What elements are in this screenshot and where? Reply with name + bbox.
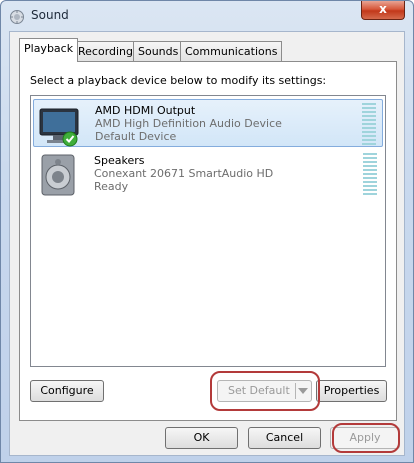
highlight-annotation [332,423,400,453]
device-item-amd-hdmi[interactable]: AMD HDMI Output AMD High Definition Audi… [33,99,383,147]
volume-level-meter [362,103,376,145]
tab-label: Playback [24,42,74,55]
device-list[interactable]: AMD HDMI Output AMD High Definition Audi… [30,95,386,367]
tab-recording[interactable]: Recording [73,41,139,61]
tab-label: Communications [185,45,278,58]
volume-level-meter [363,153,377,195]
title-bar[interactable]: Sound x [1,1,413,31]
tab-playback[interactable]: Playback [19,38,79,62]
device-item-speakers[interactable]: Speakers Conexant 20671 SmartAudio HD Re… [33,150,383,198]
instruction-text: Select a playback device below to modify… [30,74,327,87]
sound-dialog: Sound x Playback Recording Sounds Commun… [0,0,414,463]
speaker-icon [41,154,75,196]
highlight-annotation [210,371,320,411]
device-description: AMD High Definition Audio Device [95,117,282,130]
playback-panel: Select a playback device below to modify… [19,61,397,421]
configure-button[interactable]: Configure [30,380,104,402]
properties-button[interactable]: Properties [316,380,387,402]
cancel-button[interactable]: Cancel [248,427,321,449]
device-name: Speakers [94,154,145,167]
button-label: Properties [323,384,380,397]
tab-label: Recording [78,45,134,58]
device-status: Default Device [95,130,177,143]
close-button[interactable]: x [361,1,405,20]
monitor-icon [39,108,79,147]
device-name: AMD HDMI Output [95,104,196,117]
tab-communications[interactable]: Communications [180,41,283,61]
ok-button[interactable]: OK [165,427,238,449]
tab-label: Sounds [138,45,179,58]
dialog-body: Playback Recording Sounds Communications… [9,31,405,456]
device-status: Ready [94,180,129,193]
dialog-button-bar: OK Cancel Apply [10,421,404,455]
close-icon: x [379,2,387,16]
sound-icon [10,10,24,24]
button-label: Configure [40,384,94,397]
button-label: OK [193,431,210,444]
device-description: Conexant 20671 SmartAudio HD [94,167,274,180]
button-label: Cancel [265,431,304,444]
tab-sounds[interactable]: Sounds [133,41,184,61]
window-title: Sound [31,8,69,22]
